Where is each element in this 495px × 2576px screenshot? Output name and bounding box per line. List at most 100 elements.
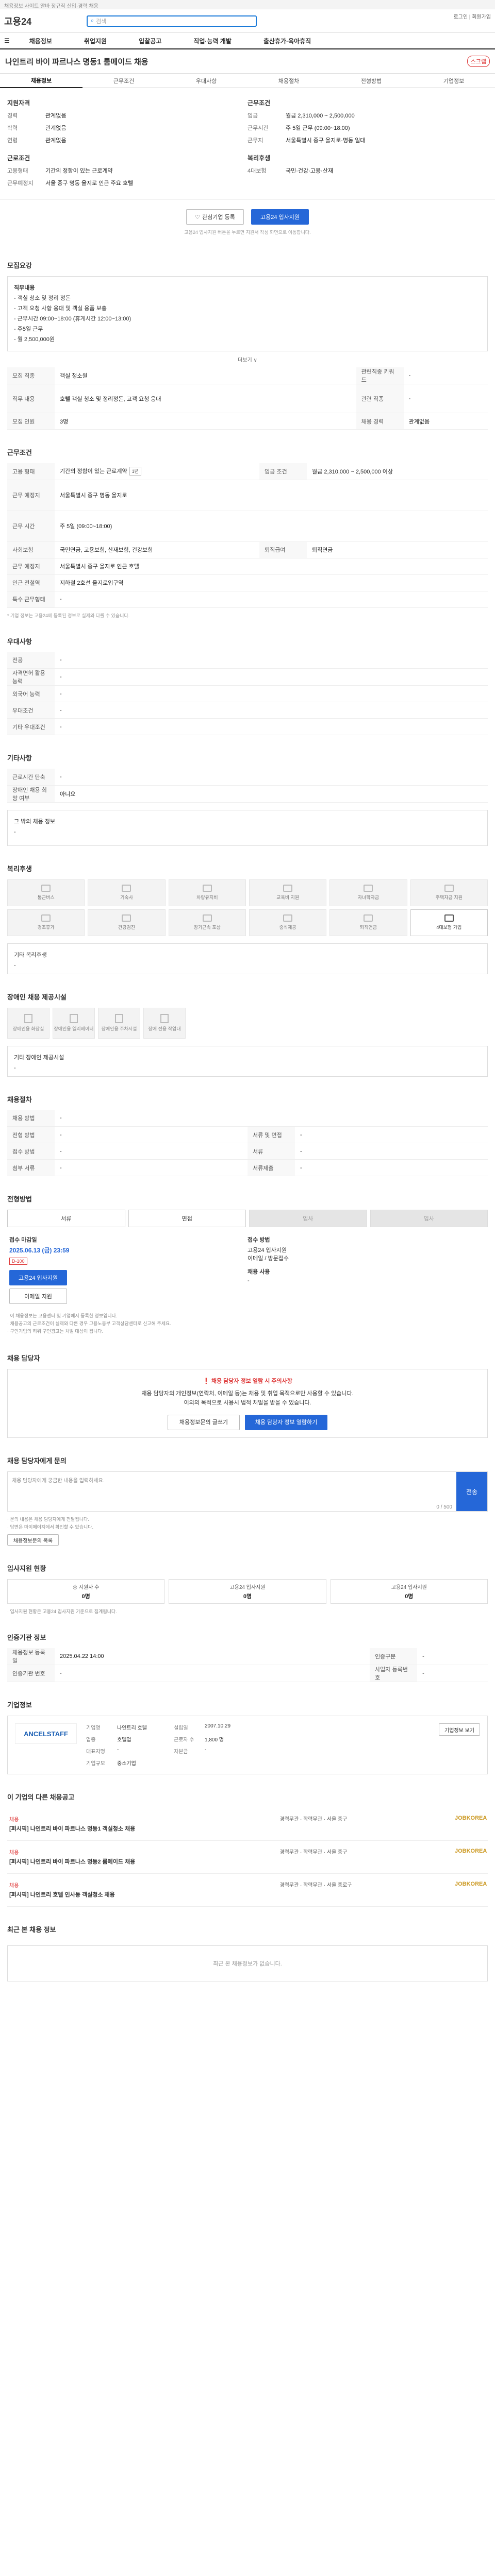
tab-conditions[interactable]: 근무조건 (82, 77, 165, 85)
summary-buttons: ♡ 관심기업 등록 고용24 입사지원 (0, 209, 495, 225)
table-key: 인근 전철역 (7, 574, 55, 591)
qa-list-button[interactable]: 채용정보문의 목록 (7, 1534, 59, 1546)
facility-item: 장애인용 주차시설 (98, 1007, 140, 1039)
apply-section: 전형방법 서류 면접 입사 입사 접수 마감일 2025.06.13 (금) 2… (0, 1181, 495, 1341)
table-row: 접수 방법 - 서류 - (7, 1143, 488, 1160)
company-info-button[interactable]: 기업정보 보기 (439, 1723, 480, 1736)
scrap-button[interactable]: 스크랩 (467, 56, 490, 67)
search-input[interactable]: ⌕ 검색 (87, 15, 257, 27)
qa-placeholder: 채용 담당자에게 궁금한 내용을 입력하세요. (12, 1478, 105, 1484)
welfare-item: 통근버스 (7, 879, 85, 906)
welfare-label: 4대보험 가입 (436, 925, 462, 930)
manager-alert-box: ❗ 채용 담당자 정보 열람 시 주의사항 채용 담당자의 개인정보(연락처, … (7, 1369, 488, 1438)
menu-icon[interactable]: ☰ (4, 37, 10, 44)
related-job[interactable]: 채용 [퍼시픽] 나인트리 바이 파르나스 명동1 객실청소 채용 경력무관 · … (7, 1808, 488, 1841)
related-job-title: [퍼시픽] 나인트리 호텔 인사동 객실청소 채용 (9, 1892, 115, 1898)
welfare-label: 경조휴가 (37, 925, 55, 930)
table-row: 모집 인원 3명 채용 경력 관계없음 (7, 413, 488, 430)
apply-button[interactable]: 고용24 입사지원 (251, 209, 309, 225)
company-key: 자본금 (174, 1749, 188, 1755)
info-table: 모집 직종 객실 청소원 관련직종 키워드 - 직무 내용 호텔 객실 청소 및 정리정… (7, 367, 488, 430)
facility-icon (160, 1014, 169, 1023)
dday-badge: D-100 (9, 1258, 27, 1265)
table-row: 근로시간 단축 - (7, 769, 488, 786)
facility-label: 장애인용 화장실 (12, 1026, 44, 1031)
table-value: 월급 2,310,000 ~ 2,500,000 이상 (307, 463, 488, 480)
recent-section: 최근 본 채용 정보 (0, 1912, 495, 1945)
deadline-label: 접수 마감일 (9, 1237, 37, 1243)
facility-label: 장애인용 엘리베이터 (54, 1026, 94, 1031)
apply-info: 접수 마감일 2025.06.13 (금) 23:59 D-100 고용24 입… (7, 1227, 488, 1312)
table-row: 전형 방법 - 서류 및 면접 - (7, 1126, 488, 1143)
summary-row: 4대보험 국민·건강·고용·산재 (248, 166, 488, 175)
inquiry-write-button[interactable]: 채용정보문의 글쓰기 (168, 1415, 240, 1430)
page-title: 나인트리 바이 파르나스 명동1 룸메이드 채용 (5, 57, 148, 66)
table-key: 접수 방법 (7, 1143, 55, 1160)
interest-button[interactable]: ♡ 관심기업 등록 (186, 209, 244, 225)
tab-job[interactable]: 채용정보 (0, 74, 82, 88)
table-key: 특수 근무형태 (7, 591, 55, 608)
job-summary: 지원자격 경력 관계없음 학력 관계없음 연령 관계없음 근로조건 고용형태 기간의 정… (0, 88, 495, 200)
view-manager-button[interactable]: 채용 담당자 정보 열람하기 (245, 1415, 327, 1430)
facility-etc-box: 기타 장애인 제공시설 - (7, 1045, 488, 1077)
related-job-logo: JOBKOREA (455, 1848, 487, 1854)
table-key: 모집 인원 (7, 413, 55, 430)
table-value: 주 5일 (09:00~18:00) (55, 511, 488, 542)
related-job[interactable]: 채용 [퍼시픽] 나인트리 바이 파르나스 명동2 룸메이드 채용 경력무관 · … (7, 1841, 488, 1874)
apply-deadline-col: 접수 마감일 2025.06.13 (금) 23:59 D-100 고용24 입… (9, 1235, 248, 1304)
detail-line: - 주5일 근무 (14, 326, 43, 332)
tab-process[interactable]: 채용절차 (248, 77, 330, 85)
email-apply-button[interactable]: 이메일 지원 (9, 1289, 67, 1304)
site-logo[interactable]: 고용24 (4, 14, 35, 28)
gnb-item-leave[interactable]: 출산휴가·육아휴직 (263, 37, 311, 45)
summary-heading: 근로조건 (7, 155, 30, 162)
section-heading: 전형방법 (7, 1195, 32, 1203)
table-key: 사업자 등록번호 (370, 1665, 418, 1682)
table-value: - (55, 769, 488, 786)
qa-textarea[interactable]: 채용 담당자에게 궁금한 내용을 입력하세요. 0 / 500 (8, 1472, 456, 1511)
header-links[interactable]: 로그인 | 회원가입 (453, 12, 491, 20)
tab-prefer[interactable]: 우대사항 (165, 77, 248, 85)
related-job-cond: 경력무관 · 학력무관 · 서울 중구 (279, 1817, 348, 1822)
cert-table: 채용정보 등록일 2025.04.22 14:00 인증구분 - 인증기관 번호 - 사업… (7, 1648, 488, 1682)
table-row: 첨부 서류 - 서류제출 - (7, 1159, 488, 1176)
qa-send-button[interactable]: 전송 (456, 1472, 487, 1511)
welfare-item: 중식제공 (249, 909, 327, 936)
facility-item: 장애 전용 작업대 (143, 1007, 186, 1039)
welfare-section: 복리후생 통근버스 기숙사 차량유지비 교육비 지원 자녀학자금 주택자금 지원 경조휴가 건… (0, 851, 495, 979)
tab-method[interactable]: 전형방법 (330, 77, 412, 85)
stat-value: 0명 (405, 1594, 414, 1600)
company-key: 기업규모 (86, 1761, 105, 1767)
apply-now-button[interactable]: 고용24 입사지원 (9, 1270, 67, 1285)
table-value: 지하철 2호선 을지로입구역 (55, 574, 488, 591)
table-key: 전형 방법 (7, 1126, 55, 1143)
gnb-item-jobs[interactable]: 채용정보 (29, 37, 52, 45)
table-value: 2025.04.22 14:00 (55, 1648, 370, 1665)
welfare-label: 자녀학자금 (357, 895, 380, 900)
apply-method-col: 접수 방법 고용24 입사지원 이메일 / 방문접수 채용 사용 - (248, 1235, 486, 1304)
qa-box: 채용 담당자에게 궁금한 내용을 입력하세요. 0 / 500 전송 (7, 1471, 488, 1512)
tab-company[interactable]: 기업정보 (412, 77, 495, 85)
welfare-item: 퇴직연금 (329, 909, 407, 936)
summary-key: 임금 (248, 113, 258, 119)
more-button[interactable]: 더보기 ∨ (7, 355, 488, 363)
table-row: 자격면허 활용 능력 - (7, 668, 488, 686)
related-job[interactable]: 채용 [퍼시픽] 나인트리 호텔 인사동 객실청소 채용 경력무관 · 학력무관 … (7, 1874, 488, 1907)
section-heading: 최근 본 채용 정보 (7, 1926, 56, 1934)
work-note: * 기업 정보는 고용24에 등록된 정보로 실제와 다를 수 있습니다. (7, 613, 130, 618)
table-value: - (295, 1126, 488, 1143)
company-key: 설립일 (174, 1725, 188, 1731)
search-placeholder: 검색 (96, 18, 107, 25)
stat-label: 고용24 입사지원 (229, 1585, 266, 1590)
summary-key: 근무시간 (248, 125, 269, 131)
prefer-table: 전공 - 자격면허 활용 능력 - 외국어 능력 - 우대조건 - 기타 우대조건 - (7, 652, 488, 735)
table-row: 장애인 채용 희망 여부 아니요 (7, 785, 488, 803)
gnb-item-training[interactable]: 직업·능력 개발 (193, 37, 232, 45)
section-heading: 이 기업의 다른 채용공고 (7, 1793, 75, 1801)
welfare-label: 기숙사 (120, 895, 133, 900)
gnb-item-bids[interactable]: 입찰공고 (139, 37, 161, 45)
summary-value: 관계없음 (45, 113, 67, 119)
table-value: 관계없음 (403, 413, 488, 430)
facility-icon (24, 1014, 32, 1023)
gnb-item-support[interactable]: 취업지원 (84, 37, 107, 45)
